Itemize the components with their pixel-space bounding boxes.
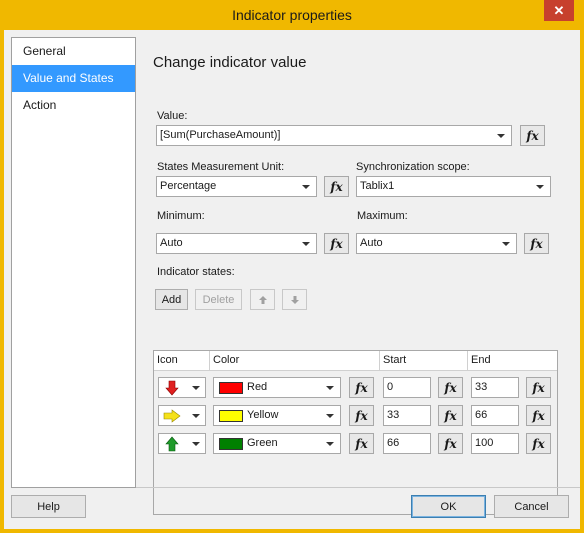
icon-dropdown[interactable] [158, 433, 206, 454]
settings-panel: Change indicator value Value: [Sum(Purch… [136, 37, 580, 515]
sync-scope-text: Tablix1 [360, 180, 395, 192]
color-swatch [219, 410, 243, 422]
chevron-down-icon [302, 185, 310, 189]
move-up-button[interactable] [250, 289, 275, 310]
end-expression-button[interactable]: fx [526, 405, 551, 426]
end-expression-button[interactable]: fx [526, 377, 551, 398]
chevron-down-icon [192, 386, 200, 390]
chevron-down-icon [302, 242, 310, 246]
close-button[interactable]: ✕ [544, 0, 574, 21]
indicator-states-label: Indicator states: [157, 266, 235, 278]
sync-scope-label: Synchronization scope: [356, 161, 470, 173]
title-bar[interactable]: Indicator properties ✕ [0, 0, 584, 30]
end-value-input[interactable]: 100 [471, 433, 519, 454]
column-header-start: Start [383, 354, 407, 366]
units-label: States Measurement Unit: [157, 161, 285, 173]
nav-item-action[interactable]: Action [12, 92, 135, 119]
dialog-window: Indicator properties ✕ General Value and… [0, 0, 584, 533]
column-divider [209, 351, 210, 371]
value-dropdown[interactable]: [Sum(PurchaseAmount)] [156, 125, 512, 146]
color-name: Green [247, 437, 278, 449]
color-expression-button[interactable]: fx [349, 377, 374, 398]
move-down-icon [290, 295, 299, 304]
delete-state-button[interactable]: Delete [195, 289, 242, 310]
icon-dropdown[interactable] [158, 377, 206, 398]
value-text: [Sum(PurchaseAmount)] [160, 129, 281, 141]
window-title: Indicator properties [232, 7, 352, 23]
chevron-down-icon [192, 414, 200, 418]
maximum-label: Maximum: [357, 210, 408, 222]
sync-scope-dropdown[interactable]: Tablix1 [356, 176, 551, 197]
chevron-down-icon [497, 134, 505, 138]
dialog-body: General Value and States Action Change i… [4, 30, 580, 529]
nav-item-general[interactable]: General [12, 38, 135, 65]
start-value-input[interactable]: 66 [383, 433, 431, 454]
value-expression-button[interactable]: fx [520, 125, 545, 146]
minimum-expression-button[interactable]: fx [324, 233, 349, 254]
end-value-input[interactable]: 66 [471, 405, 519, 426]
chevron-down-icon [502, 242, 510, 246]
color-expression-button[interactable]: fx [349, 433, 374, 454]
chevron-down-icon [326, 442, 334, 446]
column-divider [467, 351, 468, 371]
color-name: Yellow [247, 409, 279, 421]
color-dropdown[interactable]: Green [213, 433, 341, 454]
units-text: Percentage [160, 180, 217, 192]
add-state-button[interactable]: Add [155, 289, 188, 310]
icon-dropdown[interactable] [158, 405, 206, 426]
color-dropdown[interactable]: Yellow [213, 405, 341, 426]
start-expression-button[interactable]: fx [438, 377, 463, 398]
chevron-down-icon [326, 414, 334, 418]
arrow-right-yellow-icon [163, 409, 181, 423]
maximum-dropdown[interactable]: Auto [356, 233, 517, 254]
maximum-text: Auto [360, 237, 383, 249]
minimum-text: Auto [160, 237, 183, 249]
value-label: Value: [157, 110, 188, 122]
chevron-down-icon [192, 442, 200, 446]
arrow-down-red-icon [165, 380, 179, 396]
page-heading: Change indicator value [153, 54, 307, 71]
column-divider [379, 351, 380, 371]
minimum-label: Minimum: [157, 210, 205, 222]
column-header-end: End [471, 354, 491, 366]
close-icon: ✕ [553, 2, 565, 18]
start-expression-button[interactable]: fx [438, 405, 463, 426]
ok-button[interactable]: OK [411, 495, 486, 518]
minimum-dropdown[interactable]: Auto [156, 233, 317, 254]
color-swatch [219, 382, 243, 394]
color-swatch [219, 438, 243, 450]
move-up-icon [258, 295, 267, 304]
nav-pane: General Value and States Action [11, 37, 136, 488]
nav-item-value-and-states[interactable]: Value and States [12, 65, 135, 92]
arrow-up-green-icon [165, 436, 179, 452]
footer-divider [136, 487, 580, 488]
color-expression-button[interactable]: fx [349, 405, 374, 426]
help-button[interactable]: Help [11, 495, 86, 518]
grid-header: Icon Color Start End [154, 351, 557, 371]
column-header-color: Color [213, 354, 240, 366]
move-down-button[interactable] [282, 289, 307, 310]
color-dropdown[interactable]: Red [213, 377, 341, 398]
maximum-expression-button[interactable]: fx [524, 233, 549, 254]
chevron-down-icon [326, 386, 334, 390]
start-expression-button[interactable]: fx [438, 433, 463, 454]
indicator-states-grid: Icon Color Start End Red fx 0 fx 33 fx Y… [153, 350, 558, 515]
units-expression-button[interactable]: fx [324, 176, 349, 197]
chevron-down-icon [536, 185, 544, 189]
cancel-button[interactable]: Cancel [494, 495, 569, 518]
color-name: Red [247, 381, 268, 393]
units-dropdown[interactable]: Percentage [156, 176, 317, 197]
start-value-input[interactable]: 33 [383, 405, 431, 426]
end-value-input[interactable]: 33 [471, 377, 519, 398]
start-value-input[interactable]: 0 [383, 377, 431, 398]
end-expression-button[interactable]: fx [526, 433, 551, 454]
column-header-icon: Icon [157, 354, 178, 366]
